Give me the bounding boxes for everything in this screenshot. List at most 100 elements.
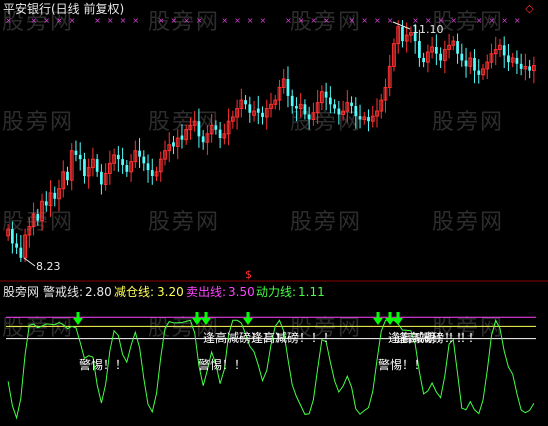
signal-label: 警惕！！ [378, 358, 427, 372]
candle-body [519, 63, 523, 69]
candle-body [201, 136, 205, 143]
signal-arrow [73, 312, 83, 325]
candle-body [83, 159, 86, 176]
candle-body [125, 165, 129, 172]
top-marker: × [107, 16, 114, 25]
top-marker: × [476, 16, 483, 25]
top-marker: × [501, 16, 508, 25]
top-marker: × [374, 16, 381, 25]
candle-body [328, 97, 332, 105]
top-marker: × [170, 16, 177, 25]
top-marker: × [158, 16, 165, 25]
candle-body [66, 171, 69, 181]
candle-body [256, 108, 260, 113]
candle-body [261, 112, 264, 117]
candle-body [138, 150, 141, 157]
candle-body [350, 102, 353, 107]
candle-body [464, 60, 468, 67]
candle-body [100, 171, 103, 185]
top-marker: × [285, 16, 292, 25]
candle-body [515, 57, 519, 64]
candle-body [95, 159, 99, 172]
low-price-label: 8.23 [36, 260, 61, 273]
candle-body [53, 192, 57, 199]
top-marker: × [5, 16, 12, 25]
signal-arrow [201, 312, 211, 325]
candle-body [248, 104, 252, 113]
candle-body [142, 156, 146, 164]
sell-line-label: 卖出线: [186, 285, 227, 299]
top-marker: × [196, 16, 203, 25]
top-marker: × [221, 16, 228, 25]
candle-body [19, 247, 23, 258]
chart-title: 平安银行(日线 前复权) [3, 2, 125, 16]
candle-body [244, 100, 247, 105]
candle-body [74, 150, 78, 155]
candle-body [324, 91, 328, 98]
top-marker: × [120, 16, 127, 25]
signal-arrow [373, 312, 383, 325]
candle-body [286, 79, 290, 96]
candle-body [337, 108, 341, 115]
candle-body [333, 104, 336, 109]
top-marker: × [183, 16, 190, 25]
top-marker: × [43, 16, 50, 25]
warn-line-label: 警戒线: [43, 285, 84, 299]
top-marker: × [361, 16, 368, 25]
reduce-line-value: 3.20 [157, 285, 184, 299]
low-pointer [23, 257, 36, 267]
top-marker: × [247, 16, 254, 25]
candle-body [121, 159, 124, 166]
top-marker: × [514, 16, 521, 25]
candle-body [214, 125, 218, 130]
candle-body [180, 135, 184, 140]
top-marker: × [298, 16, 305, 25]
candle-body [358, 116, 362, 120]
power-line-label: 动力线: [256, 285, 297, 299]
top-marker: × [450, 16, 457, 25]
candle-body [218, 129, 222, 139]
candle-body [422, 57, 426, 63]
top-marker: × [387, 16, 394, 25]
candle-body [439, 53, 442, 61]
candle-body [477, 70, 481, 75]
signal-arrow [393, 312, 403, 325]
top-marker: × [56, 16, 63, 25]
divider-marker[interactable]: $ [245, 268, 252, 282]
candle-body [367, 116, 370, 122]
reduce-line-label: 减仓线: [114, 285, 155, 299]
top-marker: × [310, 16, 317, 25]
candle-body [36, 213, 40, 221]
top-marker: × [94, 16, 101, 25]
top-marker: × [323, 16, 330, 25]
top-marker: × [488, 16, 495, 25]
candle-body [434, 46, 438, 54]
candle-body [507, 55, 510, 63]
candle-body [146, 163, 150, 171]
candle-body [401, 26, 404, 42]
top-marker: × [132, 16, 139, 25]
signal-arrow [192, 312, 202, 325]
top-marker: × [234, 16, 241, 25]
candle-body [295, 106, 298, 109]
power-line-value: 1.11 [298, 285, 325, 299]
candle-body [197, 121, 201, 137]
candle-body [460, 53, 464, 61]
top-marker: × [69, 16, 76, 25]
signal-label: 警惕！！ [79, 358, 128, 372]
stock-chart-window: 股旁网 股旁网 股旁网 股旁网 股旁网 股旁网 股旁网 股旁网 股旁网 股旁网 … [0, 0, 548, 426]
candle-body [456, 41, 459, 54]
candle-body [15, 243, 18, 248]
candle-body [354, 106, 358, 117]
candle-body [44, 201, 48, 206]
candle-body [10, 229, 14, 244]
candle-body [303, 104, 307, 115]
diamond-settings-icon[interactable]: ◇ [524, 3, 535, 14]
candle-body [502, 45, 506, 56]
signal-arrow [243, 312, 253, 325]
warn-line-value: 2.80 [85, 285, 112, 299]
candle-body [116, 154, 120, 160]
signal-label: 逢高减磅！！！ [396, 331, 481, 345]
top-marker: × [260, 16, 267, 25]
sell-line-value: 3.50 [228, 285, 255, 299]
